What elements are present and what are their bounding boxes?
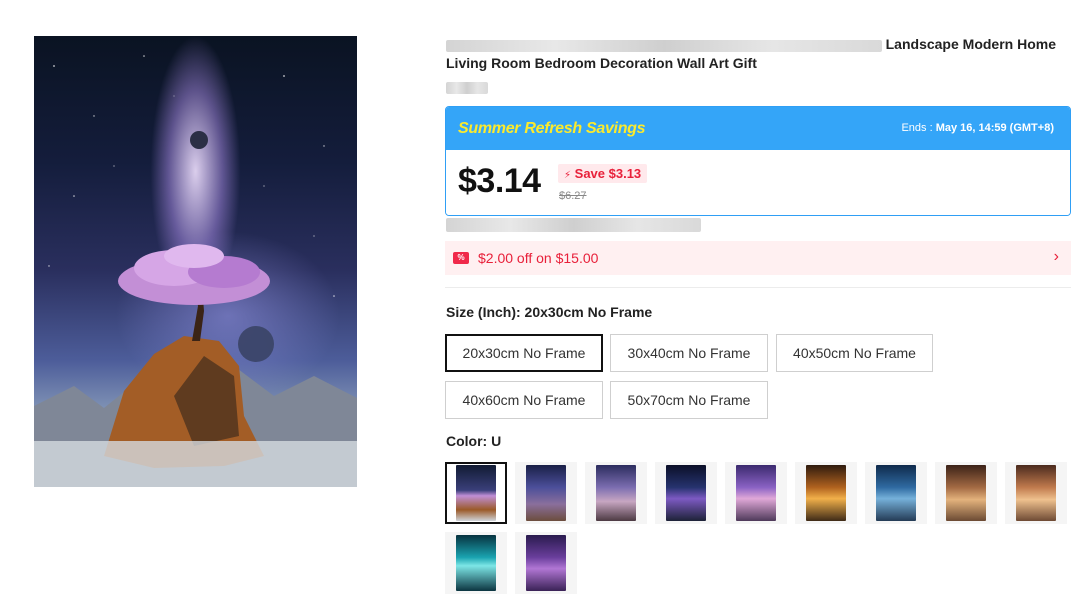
- promo-ends-label: Ends :: [901, 122, 933, 134]
- product-title-line1: Landscape Modern Home: [446, 36, 1066, 56]
- swatch-thumbnail: [736, 465, 776, 521]
- swatch-thumbnail: [456, 465, 496, 521]
- artwork-illustration: [34, 55, 357, 487]
- color-swatch[interactable]: [515, 532, 577, 594]
- swatch-thumbnail: [806, 465, 846, 521]
- swatch-thumbnail: [946, 465, 986, 521]
- size-option-30x40[interactable]: 30x40cm No Frame: [610, 334, 768, 372]
- blurred-title-text: [446, 40, 882, 52]
- swatch-thumbnail: [666, 465, 706, 521]
- swatch-thumbnail: [526, 535, 566, 591]
- product-main-image[interactable]: [34, 36, 357, 487]
- swatch-thumbnail: [456, 535, 496, 591]
- product-title-visible: Landscape Modern Home: [885, 36, 1056, 52]
- product-title-line2: Living Room Bedroom Decoration Wall Art …: [446, 55, 757, 71]
- swatch-thumbnail: [1016, 465, 1056, 521]
- color-swatch[interactable]: [795, 462, 857, 524]
- color-swatch[interactable]: [935, 462, 997, 524]
- coupon-ticket-icon: %: [453, 252, 469, 264]
- size-option-40x60[interactable]: 40x60cm No Frame: [445, 381, 603, 419]
- coupon-bar[interactable]: % $2.00 off on $15.00 ›: [445, 241, 1071, 275]
- size-label: Size (Inch): 20x30cm No Frame: [446, 304, 653, 320]
- original-price: $6.27: [559, 190, 587, 202]
- color-swatch[interactable]: [445, 532, 507, 594]
- blurred-subtitle: [446, 82, 488, 94]
- color-swatch[interactable]: [865, 462, 927, 524]
- promo-box: Summer Refresh Savings Ends : May 16, 14…: [445, 106, 1071, 216]
- color-swatch[interactable]: [725, 462, 787, 524]
- swatch-thumbnail: [596, 465, 636, 521]
- save-badge: ⚡︎ Save $3.13: [558, 164, 648, 183]
- swatch-thumbnail: [876, 465, 916, 521]
- save-text: Save $3.13: [574, 166, 642, 181]
- promo-header: Summer Refresh Savings Ends : May 16, 14…: [446, 107, 1070, 150]
- coupon-text: $2.00 off on $15.00: [478, 250, 599, 266]
- divider: [445, 287, 1071, 288]
- swatch-thumbnail: [526, 465, 566, 521]
- promo-ends-value: May 16, 14:59 (GMT+8): [935, 122, 1054, 134]
- color-label: Color: U: [446, 433, 502, 449]
- lightning-icon: ⚡︎: [564, 170, 572, 181]
- current-price: $3.14: [458, 162, 541, 200]
- size-option-40x50[interactable]: 40x50cm No Frame: [776, 334, 933, 372]
- color-swatch[interactable]: [1005, 462, 1067, 524]
- size-option-50x70[interactable]: 50x70cm No Frame: [610, 381, 768, 419]
- chevron-right-icon: ›: [1053, 248, 1059, 265]
- color-swatch[interactable]: [585, 462, 647, 524]
- blurred-info-text: [446, 218, 701, 232]
- promo-body: $3.14 ⚡︎ Save $3.13 $6.27: [446, 150, 1070, 215]
- color-swatch[interactable]: [515, 462, 577, 524]
- promo-ends: Ends : May 16, 14:59 (GMT+8): [901, 122, 1054, 134]
- color-swatch[interactable]: [445, 462, 507, 524]
- promo-title: Summer Refresh Savings: [458, 120, 646, 137]
- color-swatch[interactable]: [655, 462, 717, 524]
- size-option-20x30[interactable]: 20x30cm No Frame: [445, 334, 603, 372]
